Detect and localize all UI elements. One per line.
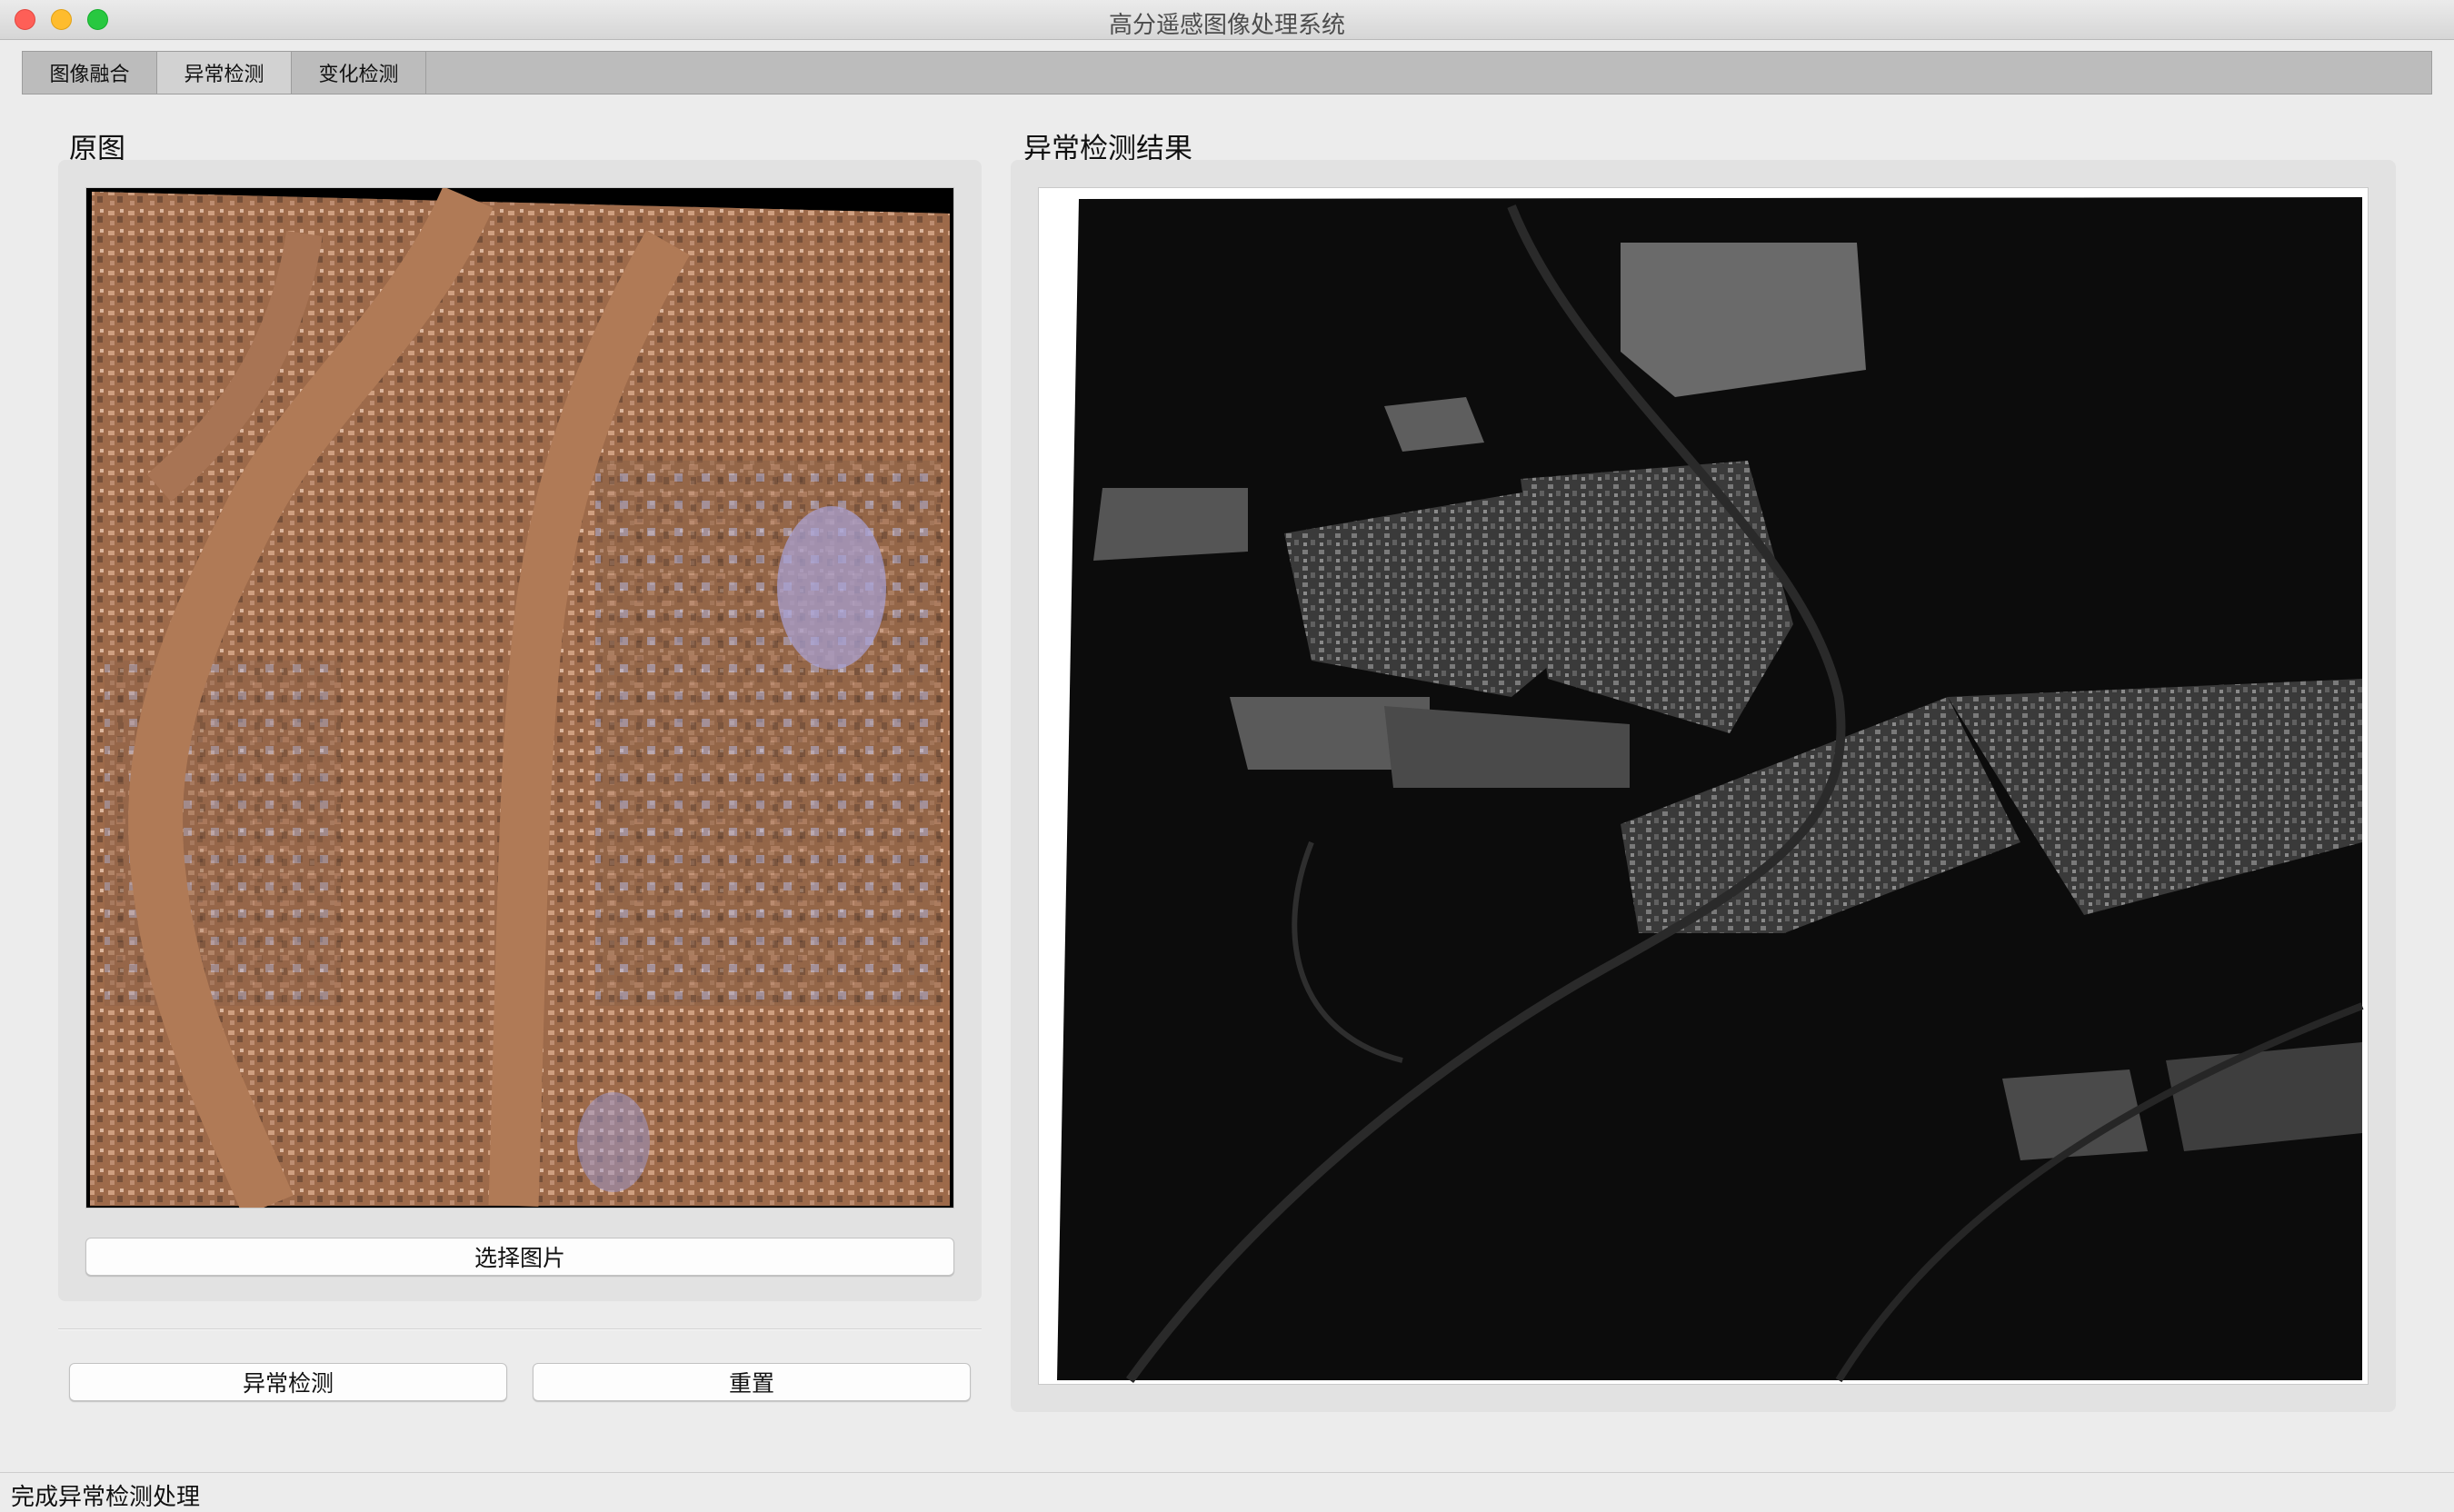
reset-button[interactable]: 重置	[533, 1363, 971, 1401]
tab-image-fusion[interactable]: 图像融合	[23, 52, 157, 94]
section-divider	[58, 1328, 982, 1330]
title-bar: 高分遥感图像处理系统	[0, 0, 2454, 40]
result-panel	[1011, 160, 2396, 1412]
anomaly-detect-button[interactable]: 异常检测	[69, 1363, 507, 1401]
window-title: 高分遥感图像处理系统	[1108, 12, 1345, 39]
anomaly-result-image	[1039, 188, 2368, 1384]
app-window: 高分遥感图像处理系统 图像融合 异常检测 变化检测 原图 选择图片 异常检测 重…	[0, 0, 2454, 1512]
original-image-panel: 选择图片	[58, 160, 982, 1301]
tab-bar: 图像融合 异常检测 变化检测	[22, 51, 2432, 94]
status-bar: 完成异常检测处理	[0, 1472, 2454, 1512]
original-satellite-image	[86, 188, 953, 1208]
tab-change-detection[interactable]: 变化检测	[292, 52, 426, 94]
status-message: 完成异常检测处理	[11, 1484, 201, 1511]
original-image-frame	[85, 187, 954, 1209]
result-image-frame	[1038, 187, 2369, 1385]
select-image-button[interactable]: 选择图片	[85, 1238, 954, 1276]
tab-anomaly-detection[interactable]: 异常检测	[157, 52, 292, 94]
